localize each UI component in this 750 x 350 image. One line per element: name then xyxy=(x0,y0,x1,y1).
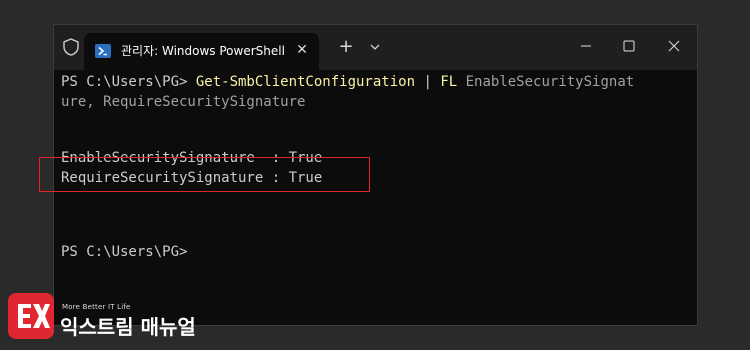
maximize-button[interactable] xyxy=(611,33,647,59)
tab-powershell[interactable]: 관리자: Windows PowerShell ✕ xyxy=(84,33,319,70)
format-command-text: FL xyxy=(440,74,458,90)
logo-icon xyxy=(8,293,54,339)
powershell-icon xyxy=(95,44,111,58)
logo-name: 익스트림 매뉴얼 xyxy=(60,315,196,339)
command-line-1: PS C:\Users\PG> Get-SmbClientConfigurati… xyxy=(61,72,634,92)
title-bar: 관리자: Windows PowerShell ✕ + xyxy=(54,25,697,70)
shield-icon xyxy=(63,38,79,56)
minimize-button[interactable] xyxy=(568,33,604,59)
command-line-2: ure, RequireSecuritySignature xyxy=(61,94,306,110)
prompt: PS C:\Users\PG> xyxy=(61,74,196,90)
logo-tagline: More Better IT Life xyxy=(62,303,131,311)
pipe-text: | xyxy=(415,74,441,90)
chevron-down-icon[interactable] xyxy=(365,37,385,57)
params-text-1: EnableSecuritySignat xyxy=(457,74,635,90)
prompt-line: PS C:\Users\PG> xyxy=(61,244,188,260)
tab-title: 관리자: Windows PowerShell xyxy=(121,44,285,58)
terminal-output[interactable]: PS C:\Users\PG> Get-SmbClientConfigurati… xyxy=(54,70,697,325)
new-tab-button[interactable]: + xyxy=(336,37,356,57)
command-text: Get-SmbClientConfiguration xyxy=(195,74,416,90)
highlight-box xyxy=(39,157,370,192)
tab-close-button[interactable]: ✕ xyxy=(294,42,310,58)
close-window-button[interactable] xyxy=(656,33,692,59)
